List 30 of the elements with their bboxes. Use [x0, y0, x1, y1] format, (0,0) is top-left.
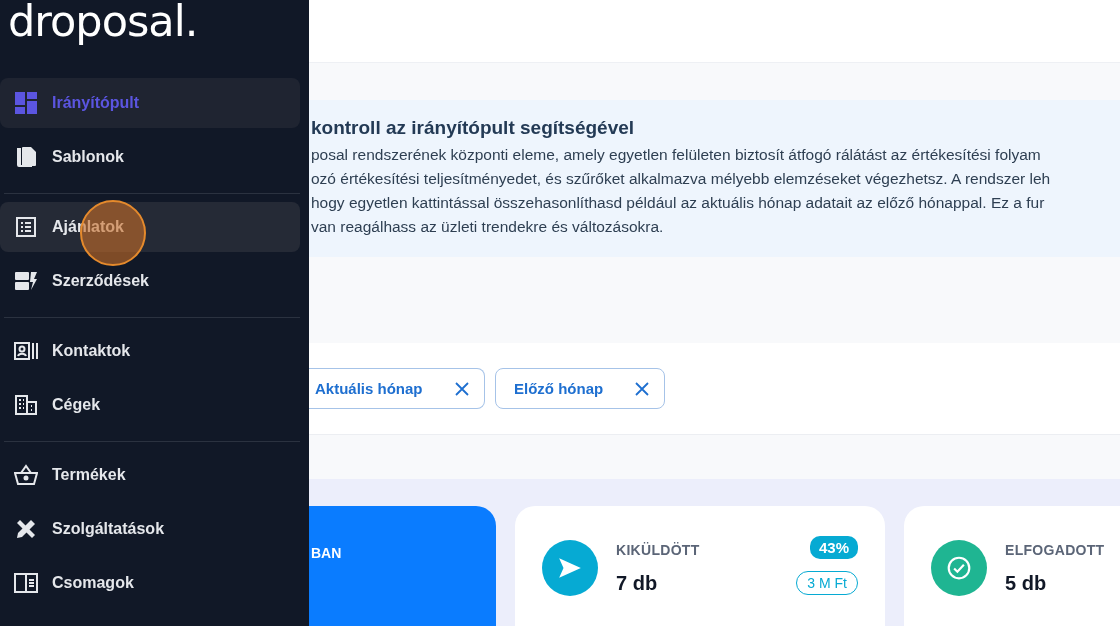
- filter-chip[interactable]: Előző hónap: [495, 368, 665, 409]
- nav-item[interactable]: Csomagok: [0, 558, 300, 608]
- dashboard-icon: [14, 91, 38, 115]
- percent-badge: 43%: [809, 536, 858, 559]
- stat-label: ELFOGADOTT: [1005, 542, 1106, 558]
- stat-value: 5 db: [1005, 572, 1048, 595]
- nav-item[interactable]: Sablonok: [0, 132, 300, 182]
- close-icon[interactable]: [634, 380, 650, 397]
- basket-icon: [14, 463, 38, 487]
- nav-item[interactable]: Szolgáltatások: [0, 504, 300, 554]
- logo: droposal.: [7, 0, 199, 48]
- close-icon[interactable]: [454, 380, 470, 397]
- pencil-ruler-icon: [14, 517, 38, 541]
- nav-item[interactable]: Kontaktok: [0, 326, 300, 376]
- stat-value: 7 db: [616, 572, 659, 595]
- panel-icon: [14, 571, 38, 595]
- contact-card-icon: [14, 339, 38, 363]
- card-label: BAN: [311, 545, 342, 561]
- nav-item[interactable]: Cégek: [0, 380, 300, 430]
- info-text: posal rendszerének központi eleme, amely egyetlen felületen biztosít átfogó rálátást az értékesítési folyam ozó értékesítési teljesítményedet, és szűrőket alkalmazva mélyebb elemzéseket végezhetsz. A rendszer leh hogy egyetlen kattintással összehasonlíthasd például az aktuális hónap adatait az előző hónappal. Ez a fur van reagálhass az üzleti trendekre és változásokra.: [311, 145, 1052, 237]
- list-icon: [14, 215, 38, 239]
- server-bolt-icon: [14, 269, 38, 293]
- stat-label: KIKÜLDÖTT: [616, 542, 701, 558]
- filter-chip[interactable]: Aktuális hónap: [309, 368, 485, 409]
- documents-icon: [14, 145, 38, 169]
- nav-item[interactable]: Termékek: [0, 450, 300, 500]
- amount-badge: 3 M Ft: [796, 571, 858, 595]
- info-title: kontroll az irányítópult segítségével: [311, 117, 636, 139]
- nav-item[interactable]: Szerződések: [0, 256, 300, 306]
- building-icon: [14, 393, 38, 417]
